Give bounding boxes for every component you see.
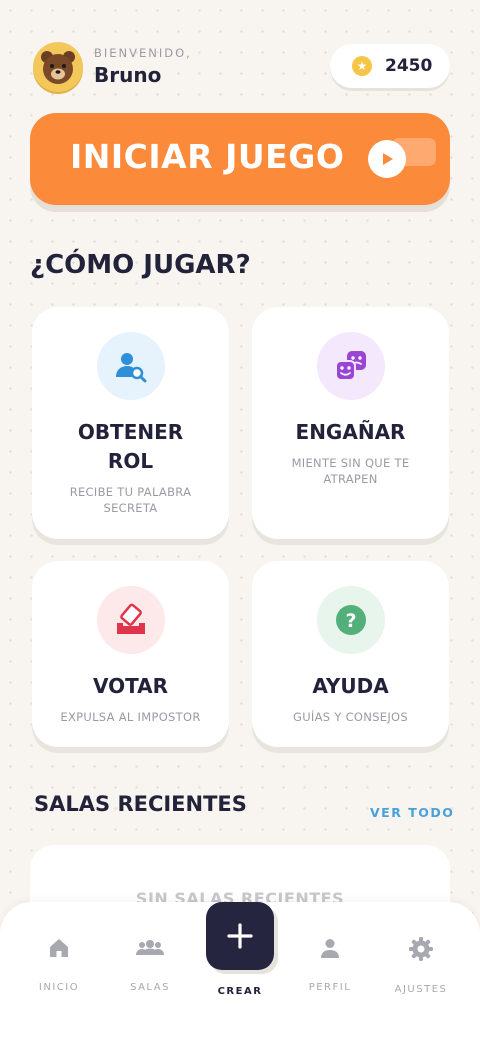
card-title: OBTENER ROL [77, 420, 184, 473]
nav-label-create[interactable]: CREAR [200, 986, 280, 997]
nav-label: SALAS [130, 982, 170, 993]
nav-label: PERFIL [308, 982, 352, 993]
avatar[interactable] [33, 42, 83, 92]
create-button[interactable] [206, 902, 274, 970]
nav-label: AJUSTES [394, 984, 448, 995]
card-get-role[interactable]: OBTENER ROL RECIBE TU PALABRA SECRETA [32, 307, 229, 539]
nav-label: INICIO [38, 982, 80, 993]
card-description: EXPULSA AL IMPOSTOR [60, 710, 201, 724]
bottom-nav: INICIO SALAS CREAR PERFIL AJUSTES [0, 902, 480, 1039]
play-icon [368, 140, 406, 178]
card-deceive[interactable]: ENGAÑAR MIENTE SIN QUE TE ATRAPEN [252, 307, 449, 539]
svg-text:?: ? [345, 610, 356, 632]
card-vote[interactable]: VOTAR EXPULSA AL IMPOSTOR [32, 561, 229, 747]
coin-count: 2450 [385, 56, 433, 76]
gear-icon [409, 937, 433, 961]
card-description: GUÍAS Y CONSEJOS [292, 710, 408, 724]
card-description: RECIBE TU PALABRA SECRETA [69, 485, 192, 515]
star-coin-icon: ★ [352, 56, 372, 76]
question-icon: ? [316, 586, 385, 654]
bear-icon [41, 51, 75, 84]
card-title: VOTAR [92, 674, 169, 698]
start-game-label: INICIAR JUEGO [70, 137, 345, 176]
username: Bruno [94, 63, 162, 87]
start-game-button[interactable]: INICIAR JUEGO [30, 113, 450, 205]
card-title: AYUDA [312, 674, 389, 698]
person-icon [321, 939, 339, 958]
nav-item-inicio[interactable]: INICIO [19, 936, 99, 993]
nav-item-salas[interactable]: SALAS [110, 936, 190, 993]
plus-icon [227, 923, 253, 949]
section-title-how-to-play: ¿CÓMO JUGAR? [30, 250, 251, 280]
card-title: ENGAÑAR [295, 420, 406, 444]
ballot-box-icon [96, 586, 165, 654]
greeting-text: BIENVENIDO, [94, 46, 192, 60]
card-help[interactable]: ? AYUDA GUÍAS Y CONSEJOS [252, 561, 449, 747]
see-all-link[interactable]: VER TODO [370, 805, 454, 820]
coin-balance[interactable]: ★ 2450 [330, 44, 450, 88]
home-icon [50, 939, 68, 957]
nav-item-ajustes[interactable]: AJUSTES [381, 936, 461, 995]
group-icon [136, 940, 164, 955]
user-search-icon [96, 332, 165, 400]
section-title-recent-rooms: SALAS RECIENTES [34, 792, 247, 816]
masks-icon [316, 332, 385, 400]
card-description: MIENTE SIN QUE TE ATRAPEN [291, 456, 410, 486]
nav-item-perfil[interactable]: PERFIL [290, 936, 370, 993]
